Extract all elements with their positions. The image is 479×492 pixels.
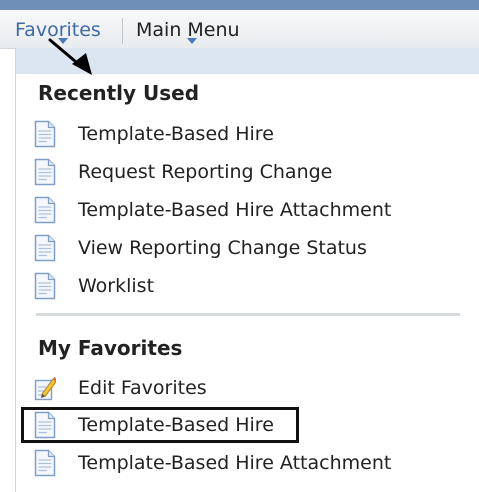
edit-pencil-icon <box>34 377 56 401</box>
favorite-item-edit-favorites[interactable]: Edit Favorites <box>34 372 207 404</box>
highlight-box-annotation <box>21 407 299 443</box>
top-title-bar <box>0 0 479 10</box>
recent-item-template-based-hire-attachment[interactable]: Template-Based Hire Attachment <box>34 194 391 226</box>
recently-used-heading: Recently Used <box>38 81 200 105</box>
favorite-item-template-based-hire-attachment[interactable]: Template-Based Hire Attachment <box>34 447 391 479</box>
favorites-caret-icon <box>58 38 68 44</box>
document-icon <box>34 158 56 186</box>
recent-item-view-reporting-change-status[interactable]: View Reporting Change Status <box>34 232 367 264</box>
recent-item-label: Template-Based Hire Attachment <box>78 199 392 221</box>
recent-item-label: Worklist <box>78 275 155 297</box>
dropdown-header-band <box>16 48 479 74</box>
favorites-dropdown: Recently Used Template-Based Hire Reques… <box>15 48 479 492</box>
recent-item-label: View Reporting Change Status <box>78 237 367 259</box>
recent-item-label: Template-Based Hire <box>78 123 274 145</box>
section-separator <box>36 313 460 316</box>
recent-item-request-reporting-change[interactable]: Request Reporting Change <box>34 156 332 188</box>
document-icon <box>34 120 56 148</box>
main-menu-caret-icon <box>187 38 197 44</box>
menu-divider <box>122 18 123 44</box>
document-icon <box>34 272 56 300</box>
favorite-item-label: Template-Based Hire Attachment <box>78 452 392 474</box>
peoplesoft-favorites-page: Favorites Main Menu Recently Used Templa… <box>0 0 479 492</box>
document-icon <box>34 449 56 477</box>
document-icon <box>34 196 56 224</box>
main-menu-bar: Favorites Main Menu <box>0 10 479 49</box>
document-icon <box>34 234 56 262</box>
recent-item-template-based-hire[interactable]: Template-Based Hire <box>34 118 274 150</box>
my-favorites-heading: My Favorites <box>38 336 183 360</box>
recent-item-worklist[interactable]: Worklist <box>34 270 154 302</box>
recent-item-label: Request Reporting Change <box>78 161 333 183</box>
favorite-item-label: Edit Favorites <box>78 377 207 399</box>
